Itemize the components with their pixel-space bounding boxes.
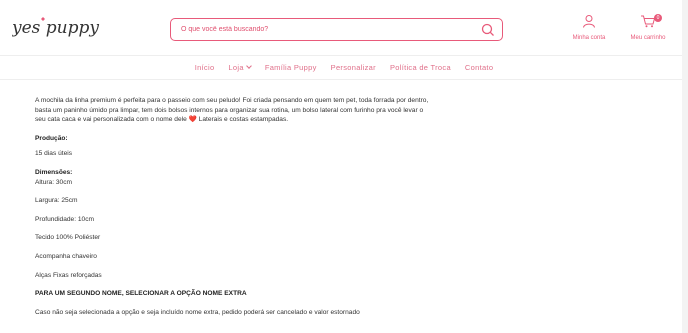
keychain-info: Acompanha chaveiro — [35, 252, 97, 260]
fabric-info: Tecido 100% Poliéster — [35, 234, 101, 242]
production-heading: Produção: — [35, 134, 435, 144]
second-name-note: Caso não seja selecionada a opção e seja… — [35, 308, 360, 316]
second-name-heading: PARA UM SEGUNDO NOME, SELECIONAR A OPÇÃO… — [35, 289, 435, 299]
nav-item-loja-label: Loja — [228, 63, 244, 72]
search-icon[interactable] — [480, 22, 496, 38]
logo-wordmark: yes puppy — [12, 18, 99, 38]
nav-item-loja[interactable]: Loja — [228, 63, 252, 72]
description-intro: A mochila da linha premium é perfeita pa… — [35, 96, 435, 125]
search-input[interactable] — [181, 19, 461, 40]
page-scrollbar[interactable] — [682, 0, 688, 333]
product-description: A mochila da linha premium é perfeita pa… — [35, 96, 435, 326]
straps-info: Alças Fixas reforçadas — [35, 271, 102, 279]
dimension-depth: Profundidade: 10cm — [35, 215, 95, 223]
second-name-heading-text: PARA UM SEGUNDO NOME, SELECIONAR A OPÇÃO… — [35, 290, 247, 298]
my-account-link[interactable]: Minha conta — [567, 14, 611, 44]
production-label: Produção: — [35, 134, 68, 142]
site-header: yes puppy Minha conta 0 Meu carrinho — [0, 0, 688, 56]
cart-link[interactable]: 0 Meu carrinho — [624, 14, 672, 44]
nav-item-contato[interactable]: Contato — [465, 63, 493, 72]
intro-end-text: Laterais e costas estampadas. — [198, 116, 289, 124]
cart-label: Meu carrinho — [630, 35, 666, 41]
main-nav: Início Loja Família Puppy Personalizar P… — [0, 56, 688, 80]
nav-item-politica-de-troca[interactable]: Política de Troca — [390, 63, 451, 72]
search-bar — [170, 18, 503, 41]
dimensions-label: Dimensões: — [35, 168, 73, 176]
heart-icon: ❤️ — [188, 116, 197, 124]
cart-count-badge: 0 — [654, 14, 662, 22]
dimensions-heading: Dimensões: — [35, 168, 435, 178]
nav-item-personalizar[interactable]: Personalizar — [331, 63, 376, 72]
production-value: 15 dias úteis — [35, 150, 73, 158]
dimension-width: Largura: 25cm — [35, 197, 78, 205]
dimension-height: Altura: 30cm — [35, 178, 73, 186]
nav-item-inicio[interactable]: Início — [195, 63, 215, 72]
yes-puppy-logo[interactable]: yes puppy — [12, 12, 102, 42]
chevron-down-icon — [245, 63, 252, 69]
my-account-label: Minha conta — [572, 35, 606, 41]
nav-item-familia-puppy[interactable]: Família Puppy — [265, 63, 317, 72]
user-icon — [583, 15, 595, 28]
